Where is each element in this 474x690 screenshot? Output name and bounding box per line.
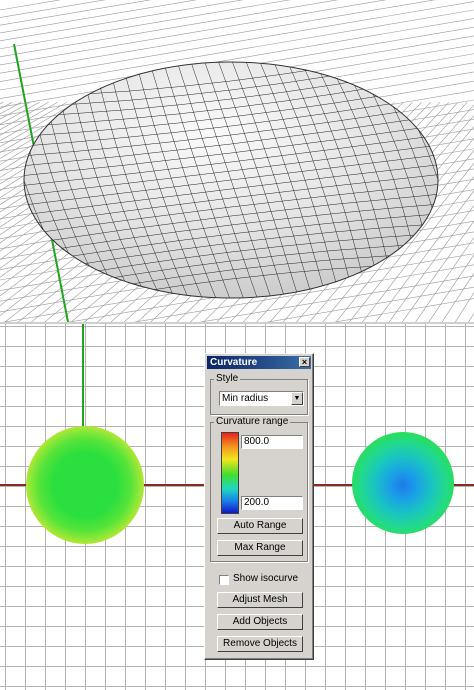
curvature-surface-left[interactable] bbox=[26, 426, 144, 544]
dialog-titlebar[interactable]: Curvature × bbox=[207, 356, 311, 369]
curvature-range-label: Curvature range bbox=[214, 416, 291, 427]
style-select[interactable]: Min radius ▼ bbox=[219, 391, 304, 406]
dialog-title: Curvature bbox=[210, 357, 258, 368]
remove-objects-button[interactable]: Remove Objects bbox=[217, 636, 303, 652]
adjust-mesh-button[interactable]: Adjust Mesh bbox=[217, 592, 303, 608]
style-select-value: Min radius bbox=[222, 393, 269, 404]
range-min-field[interactable]: 200.0 bbox=[241, 496, 303, 510]
range-max-field[interactable]: 800.0 bbox=[241, 435, 303, 449]
max-range-button[interactable]: Max Range bbox=[217, 540, 303, 556]
chevron-down-icon[interactable]: ▼ bbox=[291, 392, 303, 405]
perspective-viewport[interactable] bbox=[0, 0, 474, 322]
curvature-surface-right[interactable] bbox=[352, 432, 454, 534]
add-objects-button[interactable]: Add Objects bbox=[217, 614, 303, 630]
curvature-color-scale bbox=[221, 432, 239, 514]
auto-range-button[interactable]: Auto Range bbox=[217, 518, 303, 534]
perspective-grid-canvas bbox=[0, 0, 474, 322]
show-isocurve-label: Show isocurve bbox=[233, 573, 299, 584]
close-button[interactable]: × bbox=[299, 357, 310, 367]
style-label: Style bbox=[214, 373, 241, 384]
curvature-dialog[interactable]: Curvature × Style Min radius ▼ Curvature… bbox=[204, 353, 314, 660]
y-axis-line-top bbox=[82, 324, 84, 436]
show-isocurve-checkbox[interactable] bbox=[219, 575, 229, 585]
